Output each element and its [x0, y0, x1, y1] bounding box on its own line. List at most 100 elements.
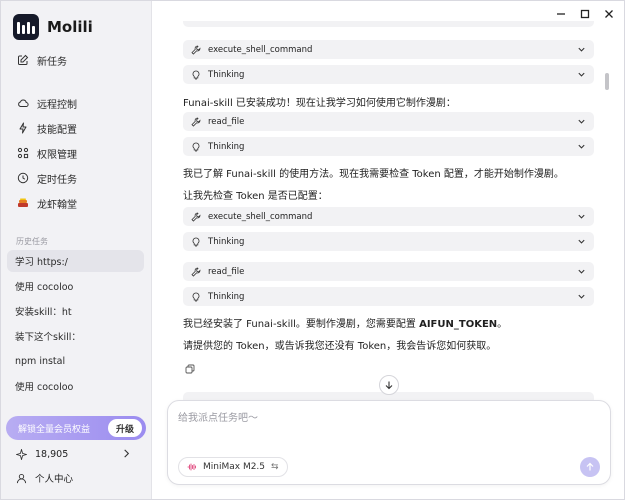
grid-icon: [17, 147, 29, 159]
send-button[interactable]: [580, 457, 600, 477]
assistant-message: 请提供您的 Token，或告诉我您还没有 Token，我会告诉您如何获取。: [183, 341, 497, 352]
points-value: 18,905: [35, 448, 69, 460]
thinking-chip[interactable]: Thinking: [183, 232, 594, 251]
history-item[interactable]: 安装skill：ht: [7, 300, 144, 322]
sidebar-item-label: 龙虾翰堂: [37, 199, 77, 211]
lobster-icon: [17, 197, 29, 209]
chevron-down-icon: [578, 294, 585, 299]
clock-icon: [17, 172, 29, 184]
token-name: AIFUN_TOKEN: [419, 319, 498, 330]
chevron-down-icon: [578, 47, 585, 52]
history-item[interactable]: 使用 cocoloo: [7, 275, 144, 297]
window-controls: [554, 7, 616, 21]
app-logo: [13, 14, 39, 40]
model-selector[interactable]: MiniMax M2.5 ⇆: [178, 457, 288, 477]
tool-call-chip[interactable]: read_file: [183, 262, 594, 281]
chip-label: Thinking: [208, 141, 245, 152]
vip-label: 解锁全量会员权益: [18, 424, 91, 435]
minimize-icon: [557, 13, 565, 15]
chevron-down-icon: [578, 214, 585, 219]
lightbulb-icon: [191, 142, 201, 152]
chip-label: Thinking: [208, 291, 245, 302]
thinking-chip[interactable]: Thinking: [183, 65, 594, 84]
message-input[interactable]: [178, 409, 598, 439]
assistant-message: 我已经安装了 Funai-skill。要制作漫剧，您需要配置 AIFUN_TOK…: [183, 315, 507, 330]
sidebar-item-label: 远程控制: [37, 99, 77, 111]
user-icon: [16, 473, 27, 483]
close-icon: [605, 10, 613, 18]
sidebar-item-label: 定时任务: [37, 174, 77, 186]
new-task-label: 新任务: [37, 56, 67, 68]
sidebar-item-skills[interactable]: 技能配置: [7, 117, 146, 139]
lightbulb-icon: [191, 70, 201, 80]
chevron-down-icon: [578, 239, 585, 244]
upgrade-button[interactable]: 升级: [107, 419, 142, 437]
partial-chip-top: [183, 21, 594, 27]
model-name: MiniMax M2.5: [203, 462, 266, 472]
lightning-icon: [17, 122, 29, 134]
vip-banner[interactable]: 解锁全量会员权益 升级: [6, 416, 146, 440]
sidebar-item-remote-control[interactable]: 远程控制: [7, 92, 146, 114]
waveform-icon: [187, 463, 196, 471]
thinking-chip[interactable]: Thinking: [183, 137, 594, 156]
assistant-message: 让我先检查 Token 是否已配置：: [183, 191, 328, 202]
chevron-down-icon: [578, 144, 585, 149]
sparkle-icon: [16, 448, 27, 460]
history-item[interactable]: 装下这个skill：: [7, 325, 144, 347]
app-window: Molili 新任务 远程控制 技能配置 权限管理 定时任务 龙虾翰堂 历史任务…: [0, 0, 625, 500]
composer: MiniMax M2.5 ⇆: [167, 400, 611, 485]
chip-label: Thinking: [208, 69, 245, 80]
arrow-down-icon: [385, 381, 393, 390]
edit-icon: [17, 54, 29, 66]
chip-label: read_file: [208, 266, 245, 277]
chevron-down-icon: [578, 119, 585, 124]
sidebar-item-lobster[interactable]: 龙虾翰堂: [7, 192, 146, 214]
user-center-label: 个人中心: [35, 474, 74, 485]
chip-label: execute_shell_command: [208, 44, 313, 55]
assistant-message: Funai-skill 已安装成功！现在让我学习如何使用它制作漫剧：: [183, 98, 456, 109]
sidebar-item-label: 权限管理: [37, 149, 77, 161]
chip-label: read_file: [208, 116, 245, 127]
sidebar-item-permissions[interactable]: 权限管理: [7, 142, 146, 164]
maximize-icon: [580, 9, 590, 19]
history-item[interactable]: 学习 https:/: [7, 250, 144, 272]
scroll-to-bottom-button[interactable]: [379, 375, 399, 395]
history-item[interactable]: 使用 cocoloo: [7, 375, 144, 397]
chevron-down-icon: [578, 269, 585, 274]
wrench-icon: [191, 212, 201, 222]
history-section-label: 历史任务: [16, 237, 48, 246]
new-task-button[interactable]: 新任务: [7, 49, 146, 71]
tool-call-chip[interactable]: execute_shell_command: [183, 40, 594, 59]
lightbulb-icon: [191, 292, 201, 302]
wrench-icon: [191, 267, 201, 277]
app-name: Molili: [47, 18, 93, 36]
brand: Molili: [13, 14, 93, 40]
wrench-icon: [191, 45, 201, 55]
lightbulb-icon: [191, 237, 201, 247]
wrench-icon: [191, 117, 201, 127]
chat-panel: execute_shell_command Thinking Funai-ski…: [152, 1, 624, 499]
sidebar-item-label: 技能配置: [37, 124, 77, 136]
message-text: 我已经安装了 Funai-skill。要制作漫剧，您需要配置: [183, 319, 420, 330]
cloud-icon: [17, 97, 29, 109]
scrollbar-thumb[interactable]: [605, 73, 609, 90]
arrow-up-icon: [586, 462, 594, 471]
thinking-chip[interactable]: Thinking: [183, 287, 594, 306]
chip-label: execute_shell_command: [208, 211, 313, 222]
user-center-link[interactable]: 个人中心: [16, 470, 73, 486]
close-button[interactable]: [602, 7, 616, 21]
tool-call-chip[interactable]: read_file: [183, 112, 594, 131]
message-text: 。: [497, 319, 508, 330]
sidebar: Molili 新任务 远程控制 技能配置 权限管理 定时任务 龙虾翰堂 历史任务…: [1, 1, 152, 499]
maximize-button[interactable]: [578, 7, 592, 21]
chevron-down-icon: [578, 72, 585, 77]
chevron-right-icon: [124, 449, 130, 458]
assistant-message: 我已了解 Funai-skill 的使用方法。现在我需要检查 Token 配置，…: [183, 169, 564, 180]
copy-icon[interactable]: [185, 364, 195, 374]
points-row[interactable]: 18,905: [16, 446, 140, 462]
switch-icon: ⇆: [271, 462, 279, 472]
sidebar-item-scheduled[interactable]: 定时任务: [7, 167, 146, 189]
minimize-button[interactable]: [554, 7, 568, 21]
tool-call-chip[interactable]: execute_shell_command: [183, 207, 594, 226]
history-item[interactable]: npm instal: [7, 350, 144, 372]
